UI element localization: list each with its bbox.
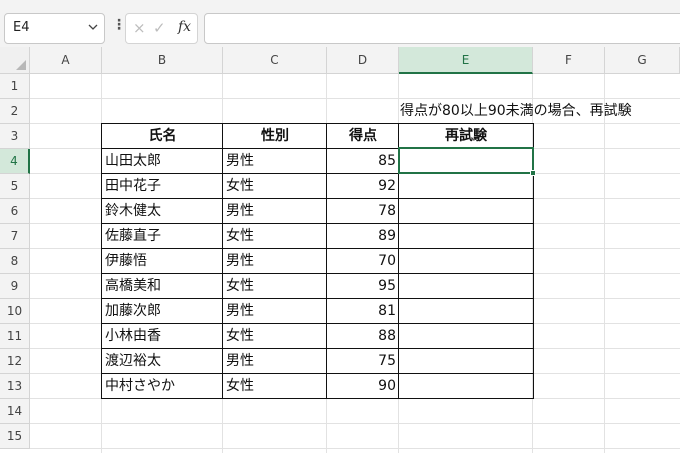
- formula-input[interactable]: [204, 13, 680, 44]
- select-all-button[interactable]: [0, 47, 30, 74]
- name-box-value: E4: [13, 20, 30, 35]
- cancel-icon[interactable]: ×: [133, 19, 146, 37]
- row-header-5[interactable]: 5: [0, 174, 30, 199]
- insert-function-button[interactable]: fx: [178, 19, 191, 35]
- formula-bar: E4 ⋮ × ✓ fx: [0, 0, 680, 47]
- chevron-down-icon[interactable]: [88, 21, 98, 34]
- column-header-c[interactable]: C: [223, 47, 327, 74]
- row-header-13[interactable]: 13: [0, 374, 30, 399]
- row-header-2[interactable]: 2: [0, 99, 30, 124]
- row-header-10[interactable]: 10: [0, 299, 30, 324]
- active-cell-selection[interactable]: [398, 147, 534, 174]
- fill-handle[interactable]: [530, 170, 536, 176]
- column-header-g[interactable]: G: [605, 47, 680, 74]
- row-header-14[interactable]: 14: [0, 399, 30, 424]
- confirm-icon[interactable]: ✓: [153, 19, 166, 37]
- row-header-6[interactable]: 6: [0, 199, 30, 224]
- row-header-8[interactable]: 8: [0, 249, 30, 274]
- row-header-1[interactable]: 1: [0, 74, 30, 99]
- more-options-icon[interactable]: ⋮: [112, 17, 126, 33]
- column-header-b[interactable]: B: [102, 47, 223, 74]
- name-box[interactable]: E4: [4, 13, 105, 44]
- column-header-a[interactable]: A: [30, 47, 102, 74]
- row-header-3[interactable]: 3: [0, 124, 30, 149]
- row-header-15[interactable]: 15: [0, 424, 30, 449]
- row-header-7[interactable]: 7: [0, 224, 30, 249]
- row-header-11[interactable]: 11: [0, 324, 30, 349]
- formula-tools: × ✓ fx: [125, 13, 198, 44]
- column-header-e[interactable]: E: [399, 47, 533, 74]
- row-header-4[interactable]: 4: [0, 149, 30, 174]
- row-header-9[interactable]: 9: [0, 274, 30, 299]
- column-header-f[interactable]: F: [533, 47, 605, 74]
- row-header-12[interactable]: 12: [0, 349, 30, 374]
- column-header-d[interactable]: D: [327, 47, 399, 74]
- condition-note[interactable]: 得点が80以上90未満の場合、再試験: [400, 100, 632, 120]
